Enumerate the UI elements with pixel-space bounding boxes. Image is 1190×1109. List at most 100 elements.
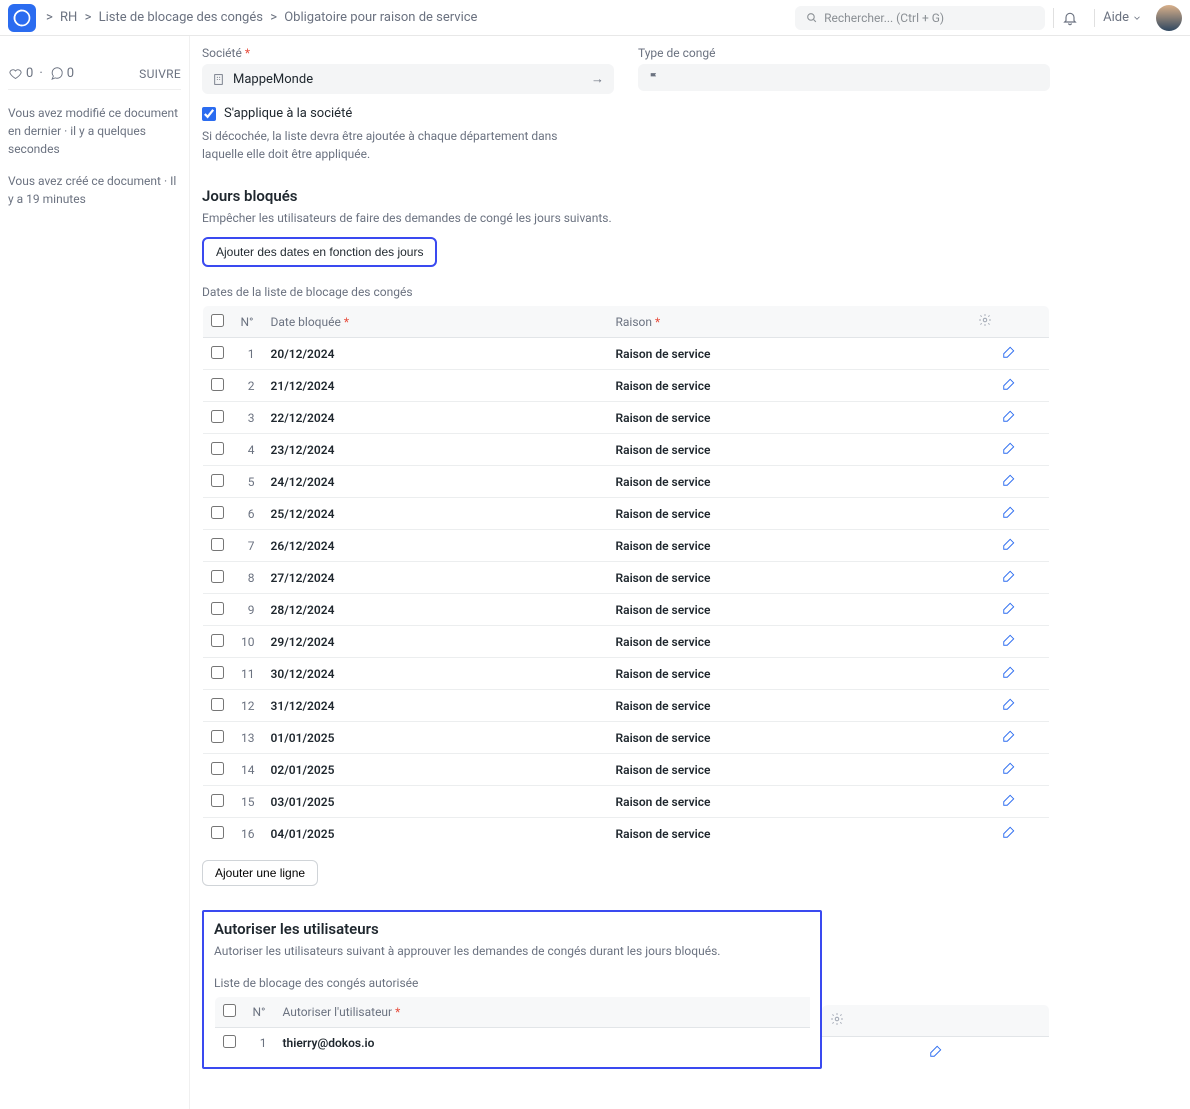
row-num: 10 (233, 626, 263, 658)
row-checkbox[interactable] (211, 378, 224, 391)
breadcrumb-list[interactable]: Liste de blocage des congés (99, 10, 263, 25)
row-date: 25/12/2024 (263, 498, 608, 530)
table-row[interactable]: 1029/12/2024Raison de service (203, 626, 1050, 658)
flag-icon (648, 71, 661, 84)
table-row[interactable]: 928/12/2024Raison de service (203, 594, 1050, 626)
row-checkbox[interactable] (211, 794, 224, 807)
row-num: 7 (233, 530, 263, 562)
arrow-right-icon: → (591, 71, 604, 87)
leavetype-select[interactable] (638, 64, 1050, 91)
row-checkbox[interactable] (211, 506, 224, 519)
help-label: Aide (1103, 10, 1129, 25)
table-row[interactable]: 827/12/2024Raison de service (203, 562, 1050, 594)
like-count: 0 (26, 66, 33, 81)
row-checkbox[interactable] (211, 826, 224, 839)
row-checkbox[interactable] (211, 762, 224, 775)
table-row[interactable]: 726/12/2024Raison de service (203, 530, 1050, 562)
gear-icon[interactable] (978, 313, 992, 327)
breadcrumb-rh[interactable]: RH (60, 10, 77, 25)
row-checkbox[interactable] (211, 602, 224, 615)
select-all-allow-checkbox[interactable] (223, 1004, 236, 1017)
comment-button[interactable]: 0 (49, 66, 74, 81)
table-row[interactable]: 1301/01/2025Raison de service (203, 722, 1050, 754)
row-checkbox[interactable] (223, 1035, 236, 1048)
row-checkbox[interactable] (211, 666, 224, 679)
edit-icon[interactable] (1002, 729, 1016, 746)
breadcrumb-sep: > (46, 10, 53, 25)
row-checkbox[interactable] (211, 570, 224, 583)
row-checkbox[interactable] (211, 634, 224, 647)
edit-icon[interactable] (1002, 825, 1016, 842)
row-checkbox[interactable] (211, 730, 224, 743)
edit-icon[interactable] (1002, 505, 1016, 522)
edit-icon[interactable] (1002, 761, 1016, 778)
row-checkbox[interactable] (211, 698, 224, 711)
search-input[interactable]: Rechercher... (Ctrl + G) (795, 6, 1045, 30)
edit-icon[interactable] (1002, 793, 1016, 810)
row-num: 8 (233, 562, 263, 594)
blocked-title: Jours bloqués (202, 187, 1050, 205)
add-dates-by-day-button[interactable]: Ajouter des dates en fonction des jours (202, 237, 437, 267)
row-reason: Raison de service (608, 370, 970, 402)
table-row[interactable]: 1503/01/2025Raison de service (203, 786, 1050, 818)
row-date: 02/01/2025 (263, 754, 608, 786)
top-bar: > RH > Liste de blocage des congés > Obl… (0, 0, 1190, 36)
table-row[interactable]: 1130/12/2024Raison de service (203, 658, 1050, 690)
row-checkbox[interactable] (211, 442, 224, 455)
table-row[interactable]: 1402/01/2025Raison de service (203, 754, 1050, 786)
table-row[interactable]: 322/12/2024Raison de service (203, 402, 1050, 434)
follow-button[interactable]: SUIVRE (139, 67, 181, 81)
row-checkbox[interactable] (211, 346, 224, 359)
table-row[interactable]: 524/12/2024Raison de service (203, 466, 1050, 498)
app-logo[interactable] (8, 4, 36, 32)
row-checkbox[interactable] (211, 410, 224, 423)
edit-icon[interactable] (1002, 697, 1016, 714)
breadcrumb-sep: > (270, 10, 277, 25)
notifications-icon[interactable] (1053, 8, 1086, 28)
row-checkbox[interactable] (211, 474, 224, 487)
edit-icon[interactable] (1002, 537, 1016, 554)
avatar[interactable] (1156, 5, 1182, 31)
table-row[interactable]: 1231/12/2024Raison de service (203, 690, 1050, 722)
allow-col-user-text: Autoriser l'utilisateur (283, 1005, 393, 1019)
divider (1094, 9, 1095, 27)
edit-icon[interactable] (1002, 569, 1016, 586)
like-button[interactable]: 0 (8, 66, 33, 81)
row-date: 31/12/2024 (263, 690, 608, 722)
table-row[interactable]: 120/12/2024Raison de service (203, 338, 1050, 370)
row-reason: Raison de service (608, 786, 970, 818)
row-reason: Raison de service (608, 754, 970, 786)
row-reason: Raison de service (608, 722, 970, 754)
edit-icon[interactable] (1002, 345, 1016, 362)
leavetype-label: Type de congé (638, 46, 1050, 60)
help-link[interactable]: Aide (1103, 10, 1142, 25)
edit-icon[interactable] (1002, 473, 1016, 490)
select-all-checkbox[interactable] (211, 314, 224, 327)
table-row[interactable]: 1604/01/2025Raison de service (203, 818, 1050, 850)
edit-icon[interactable] (1002, 377, 1016, 394)
blocked-dates-table: N° Date bloquée * Raison * 120/12/2024Ra… (202, 305, 1050, 850)
edit-icon[interactable] (1002, 441, 1016, 458)
blocked-subsection-label: Dates de la liste de blocage des congés (202, 285, 1050, 299)
edit-icon[interactable] (1002, 601, 1016, 618)
table-row[interactable]: 1thierry@dokos.io (215, 1028, 811, 1059)
row-reason: Raison de service (608, 818, 970, 850)
row-reason: Raison de service (608, 658, 970, 690)
row-checkbox[interactable] (211, 538, 224, 551)
col-reason-header-text: Raison (616, 315, 653, 329)
row-num: 14 (233, 754, 263, 786)
table-row[interactable]: 221/12/2024Raison de service (203, 370, 1050, 402)
add-row-button[interactable]: Ajouter une ligne (202, 860, 318, 886)
table-row[interactable]: 423/12/2024Raison de service (203, 434, 1050, 466)
building-icon (212, 73, 225, 86)
edit-icon[interactable] (1002, 409, 1016, 426)
table-row[interactable]: 625/12/2024Raison de service (203, 498, 1050, 530)
edit-icon[interactable] (1002, 665, 1016, 682)
row-date: 26/12/2024 (263, 530, 608, 562)
applies-company-checkbox[interactable] (202, 107, 216, 121)
edit-icon[interactable] (929, 1044, 943, 1061)
allow-users-section: Autoriser les utilisateurs Autoriser les… (202, 910, 822, 1069)
gear-icon[interactable] (830, 1012, 844, 1026)
company-select[interactable]: MappeMonde → (202, 64, 614, 94)
edit-icon[interactable] (1002, 633, 1016, 650)
